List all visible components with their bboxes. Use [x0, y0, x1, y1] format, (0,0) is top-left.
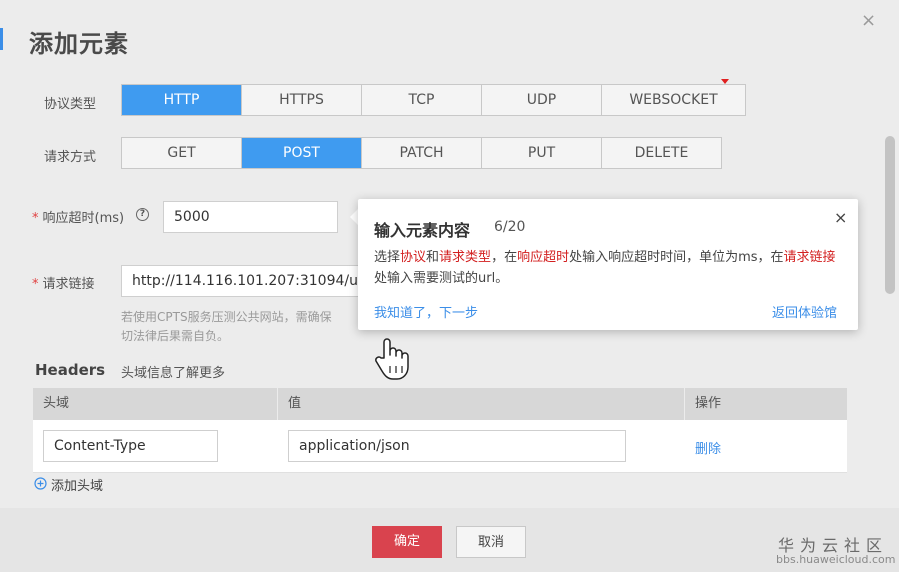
add-circle-icon	[34, 475, 47, 494]
hand-cursor-icon	[372, 336, 412, 386]
tooltip-highlight-text: 请求链接	[783, 250, 836, 265]
timeout-label-row: * 响应超时(ms)	[32, 207, 124, 226]
column-header-key: 头域	[33, 388, 277, 420]
tooltip-text: 处输入响应超时时间，单位为ms，在	[569, 250, 784, 265]
method-option-delete[interactable]: DELETE	[602, 138, 721, 168]
tooltip-highlight-text: 响应超时	[517, 250, 570, 265]
method-label: 请求方式	[44, 150, 97, 165]
required-asterisk: *	[32, 211, 39, 226]
headers-title: Headers	[35, 361, 106, 379]
method-option-post[interactable]: POST	[242, 138, 362, 168]
protocol-option-https[interactable]: HTTPS	[242, 85, 362, 115]
dialog-close-icon[interactable]: ×	[861, 10, 876, 31]
dialog-title: 添加元素	[29, 30, 129, 58]
method-segmented-control: GET POST PATCH PUT DELETE	[121, 137, 722, 169]
scrollbar-thumb[interactable]	[885, 136, 895, 294]
tooltip-back-link[interactable]: 返回体验馆	[772, 302, 837, 321]
url-label-row: * 请求链接	[32, 273, 95, 292]
method-option-patch[interactable]: PATCH	[362, 138, 482, 168]
url-hint-line2: 切法律后果需自负。	[121, 329, 230, 343]
required-asterisk: *	[32, 277, 39, 292]
tooltip-step-count: 6/20	[494, 219, 526, 235]
protocol-option-udp[interactable]: UDP	[482, 85, 602, 115]
tooltip-title: 输入元素内容	[374, 221, 471, 240]
confirm-button[interactable]: 确定	[372, 526, 442, 558]
help-icon[interactable]: ?	[136, 208, 149, 221]
cancel-button[interactable]: 取消	[456, 526, 526, 558]
tooltip-text: 处输入需要测试的url。	[374, 271, 509, 286]
method-option-put[interactable]: PUT	[482, 138, 602, 168]
tooltip-body: 选择协议和请求类型，在响应超时处输入响应超时时间，单位为ms，在请求链接处输入需…	[374, 247, 844, 289]
guide-tooltip: 输入元素内容 6/20 × 选择协议和请求类型，在响应超时处输入响应超时时间，单…	[358, 199, 858, 330]
protocol-label: 协议类型	[44, 97, 97, 112]
url-label: 请求链接	[42, 277, 95, 292]
timeout-label: 响应超时(ms)	[42, 211, 125, 226]
protocol-option-websocket[interactable]: WEBSOCKET	[602, 85, 745, 115]
add-header-button[interactable]: 添加头域	[34, 475, 103, 494]
title-accent-bar	[0, 28, 3, 50]
column-header-action: 操作	[685, 388, 847, 420]
delete-header-link[interactable]: 删除	[695, 438, 721, 457]
protocol-option-http[interactable]: HTTP	[122, 85, 242, 115]
url-input[interactable]: http://114.116.101.207:31094/use	[121, 265, 366, 297]
tooltip-text: ，在	[491, 250, 518, 265]
url-hint-line1: 若使用CPTS服务压测公共网站，需确保	[121, 310, 332, 324]
tooltip-next-link[interactable]: 我知道了，下一步	[374, 302, 478, 321]
watermark-url: bbs.huaweicloud.com	[776, 553, 896, 566]
url-hint: 若使用CPTS服务压测公共网站，需确保 切法律后果需自负。	[121, 308, 332, 346]
tooltip-highlight-text: 协议	[400, 250, 427, 265]
timeout-input[interactable]: 5000	[163, 201, 338, 233]
tooltip-close-icon[interactable]: ×	[834, 208, 847, 227]
add-header-label: 添加头域	[51, 479, 104, 494]
tooltip-text: 和	[426, 250, 440, 265]
tooltip-highlight-text: 请求类型	[439, 250, 492, 265]
dialog-footer	[0, 508, 899, 572]
protocol-option-tcp[interactable]: TCP	[362, 85, 482, 115]
tooltip-text: 选择	[374, 250, 401, 265]
header-key-input[interactable]: Content-Type	[43, 430, 218, 462]
column-header-value: 值	[278, 388, 684, 420]
header-value-input[interactable]: application/json	[288, 430, 626, 462]
protocol-segmented-control: HTTP HTTPS TCP UDP WEBSOCKET	[121, 84, 746, 116]
method-option-get[interactable]: GET	[122, 138, 242, 168]
headers-learn-more-link[interactable]: 头域信息了解更多	[121, 362, 225, 381]
